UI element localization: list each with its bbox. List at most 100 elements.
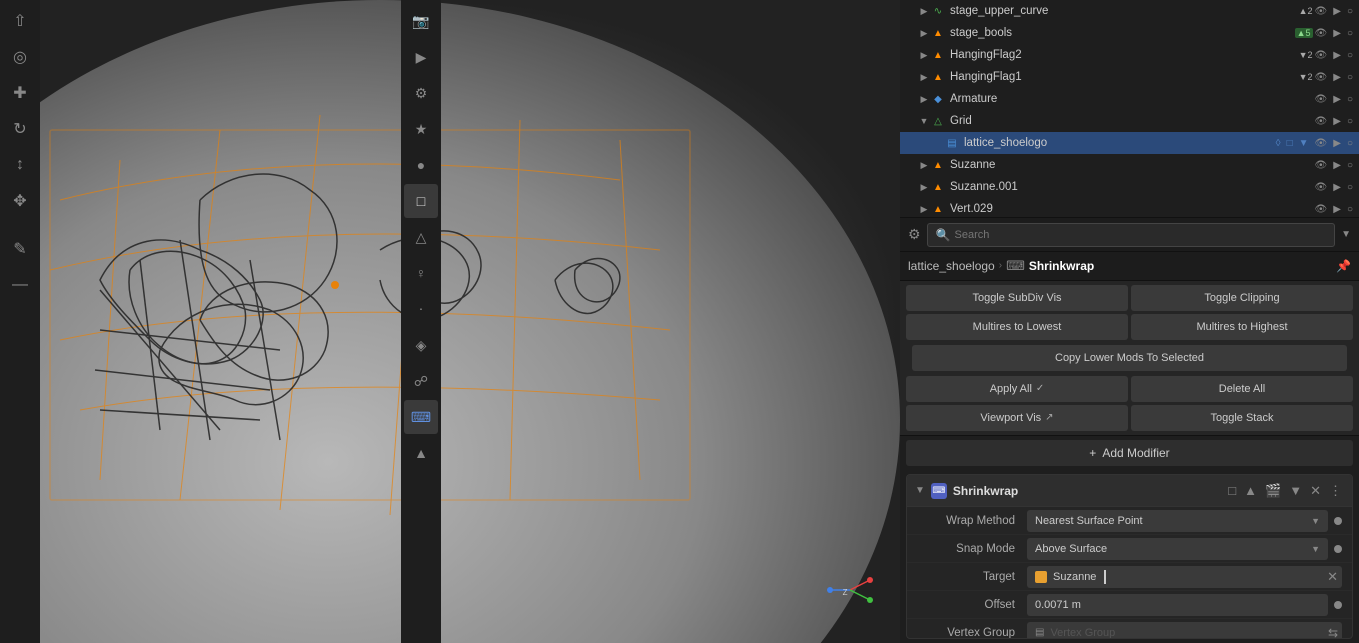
visibility-icon[interactable]: 👁 [1313,94,1330,105]
ps-icon-view-layer[interactable]: ⚙ [404,76,438,110]
render-icon[interactable]: ○ [1345,138,1355,149]
ps-icon-mesh[interactable]: △ [404,220,438,254]
ps-icon-world[interactable]: ● [404,148,438,182]
ps-icon-output[interactable]: ▶ [404,40,438,74]
render-icon[interactable]: ○ [1345,72,1355,83]
apply-all-button[interactable]: Apply All ✓ [906,376,1128,402]
sw-expand-arrow[interactable]: ▼ [915,485,925,496]
viewport-vis-button[interactable]: Viewport Vis ↗ [906,405,1128,431]
pin-icon[interactable]: 📌 [1336,259,1351,273]
outliner-row-grid[interactable]: ▼ △ Grid 👁 ▶ ○ [900,110,1359,132]
sw-target-field[interactable]: Suzanne ✕ [1027,566,1342,588]
camera-icon[interactable]: ▶ [1331,94,1343,105]
ps-icon-scene[interactable]: ★ [404,112,438,146]
lattice-icon[interactable]: ◊ [1274,138,1283,149]
expand-arrow[interactable]: ▶ [918,182,930,193]
toggle-subdiv-vis-button[interactable]: Toggle SubDiv Vis [906,285,1128,311]
delete-all-button[interactable]: Delete All [1131,376,1353,402]
ps-icon-object[interactable]: □ [404,184,438,218]
visibility-icon[interactable]: 👁 [1313,72,1330,83]
render-icon[interactable]: ○ [1345,116,1355,127]
expand-arrow[interactable]: ▶ [918,94,930,105]
camera-icon[interactable]: ▶ [1331,28,1343,39]
sw-vgroup-transfer-arrow[interactable]: ⇆ [1328,626,1338,639]
visibility-icon[interactable]: 👁 [1313,50,1330,61]
sidebar-icon-transform[interactable]: ✥ [3,184,37,218]
ps-icon-physics[interactable]: ◈ [404,328,438,362]
sidebar-icon-move[interactable]: ✚ [3,76,37,110]
ps-icon-shader[interactable]: ▲ [404,436,438,470]
camera-icon[interactable]: ▶ [1331,116,1343,127]
expand-arrow[interactable]: ▶ [918,50,930,61]
visibility-icon[interactable]: 👁 [1313,28,1330,39]
sw-camera-icon[interactable]: 🎬 [1263,481,1283,501]
outliner-row-lattice-shoelogo[interactable]: ▤ lattice_shoelogo ◊ □ ▼ 👁 ▶ ○ [900,132,1359,154]
expand-arrow[interactable]: ▶ [918,160,930,171]
search-box[interactable]: 🔍 [927,223,1336,247]
toggle-clipping-button[interactable]: Toggle Clipping [1131,285,1353,311]
camera-icon[interactable]: ▶ [1331,182,1343,193]
visibility-icon[interactable]: 👁 [1313,182,1330,193]
visibility-icon[interactable]: 👁 [1313,160,1330,171]
sw-realtime-icon[interactable]: □ [1226,481,1238,500]
camera-icon[interactable]: ▶ [1331,138,1343,149]
visibility-icon[interactable]: 👁 [1313,138,1330,149]
sw-snap-mode-dropdown[interactable]: Above Surface ▼ [1027,538,1328,560]
sidebar-icon-annotate[interactable]: ✎ [3,232,37,266]
camera-icon[interactable]: ▶ [1331,204,1343,215]
render-icon[interactable]: ○ [1345,204,1355,215]
render-icon[interactable]: ○ [1345,6,1355,17]
ps-icon-constraints[interactable]: ☍ [404,364,438,398]
sw-dropdown-icon[interactable]: ▼ [1287,481,1304,500]
camera-icon[interactable]: ▶ [1331,72,1343,83]
render-icon[interactable]: ○ [1345,50,1355,61]
sidebar-icon-rotate[interactable]: ↻ [3,112,37,146]
expand-arrow[interactable]: ▶ [918,72,930,83]
visibility-icon[interactable]: 👁 [1313,116,1330,127]
sidebar-icon-scale[interactable]: ↕ [3,148,37,182]
sidebar-icon-measure[interactable]: — [3,268,37,302]
sw-vertex-group-field[interactable]: ▤ Vertex Group ⇆ [1027,622,1342,639]
expand-arrow[interactable]: ▶ [918,6,930,17]
render-icon[interactable]: ○ [1345,160,1355,171]
render-icon[interactable]: ○ [1345,94,1355,105]
object-icon[interactable]: □ [1285,138,1295,149]
search-chevron[interactable]: ▼ [1341,229,1351,240]
expand-arrow[interactable]: ▶ [918,204,930,215]
ps-icon-modifier[interactable]: ⌨ [404,400,438,434]
outliner-row-hangingflag1[interactable]: ▶ ▲ HangingFlag1 ▼2 👁 ▶ ○ [900,66,1359,88]
add-modifier-button[interactable]: + Add Modifier [906,440,1353,467]
sw-menu-icon[interactable]: ⋮ [1327,481,1344,501]
ps-icon-render[interactable]: 📷 [404,4,438,38]
outliner-row-suzanne[interactable]: ▶ ▲ Suzanne 👁 ▶ ○ [900,154,1359,176]
visibility-icon[interactable]: 👁 [1313,204,1330,215]
render-icon[interactable]: ○ [1345,28,1355,39]
search-input[interactable] [955,229,1327,241]
outliner[interactable]: ▶ ∿ stage_upper_curve ▲2 👁 ▶ ○ ▶ ▲ stage… [900,0,1359,218]
render-icon[interactable]: ○ [1345,182,1355,193]
sidebar-icon-select[interactable]: ⇧ [3,4,37,38]
ps-icon-particles[interactable]: ⋅ [404,292,438,326]
copy-lower-mods-button[interactable]: Copy Lower Mods To Selected [912,345,1347,371]
sw-target-clear[interactable]: ✕ [1327,569,1338,585]
outliner-row-vert029[interactable]: ▶ ▲ Vert.029 👁 ▶ ○ [900,198,1359,218]
camera-icon[interactable]: ▶ [1331,6,1343,17]
camera-icon[interactable]: ▶ [1331,50,1343,61]
sidebar-icon-cursor[interactable]: ◎ [3,40,37,74]
outliner-row-stage-bools[interactable]: ▶ ▲ stage_bools ▲5 👁 ▶ ○ [900,22,1359,44]
expand-arrow[interactable]: ▶ [918,28,930,39]
outliner-row-suzanne001[interactable]: ▶ ▲ Suzanne.001 👁 ▶ ○ [900,176,1359,198]
viewport[interactable]: Z ⇧ ◎ ✚ ↻ ↕ ✥ ✎ — 📷 ▶ ⚙ ★ ● □ △ ♀ ⋅ ◈ ☍ … [0,0,900,643]
multires-highest-button[interactable]: Multires to Highest [1131,314,1353,340]
sw-close-icon[interactable]: ✕ [1308,481,1323,501]
expand-arrow[interactable]: ▼ [918,116,930,126]
camera-icon[interactable]: ▶ [1331,160,1343,171]
toggle-stack-button[interactable]: Toggle Stack [1131,405,1353,431]
outliner-row-armature[interactable]: ▶ ◆ Armature 👁 ▶ ○ [900,88,1359,110]
sw-render-icon[interactable]: ▲ [1242,481,1259,500]
multires-lowest-button[interactable]: Multires to Lowest [906,314,1128,340]
outliner-row-hangingflag2[interactable]: ▶ ▲ HangingFlag2 ▼2 👁 ▶ ○ [900,44,1359,66]
visibility-icon[interactable]: 👁 [1313,6,1330,17]
ps-icon-material[interactable]: ♀ [404,256,438,290]
modifier-icon[interactable]: ▼ [1297,138,1311,149]
